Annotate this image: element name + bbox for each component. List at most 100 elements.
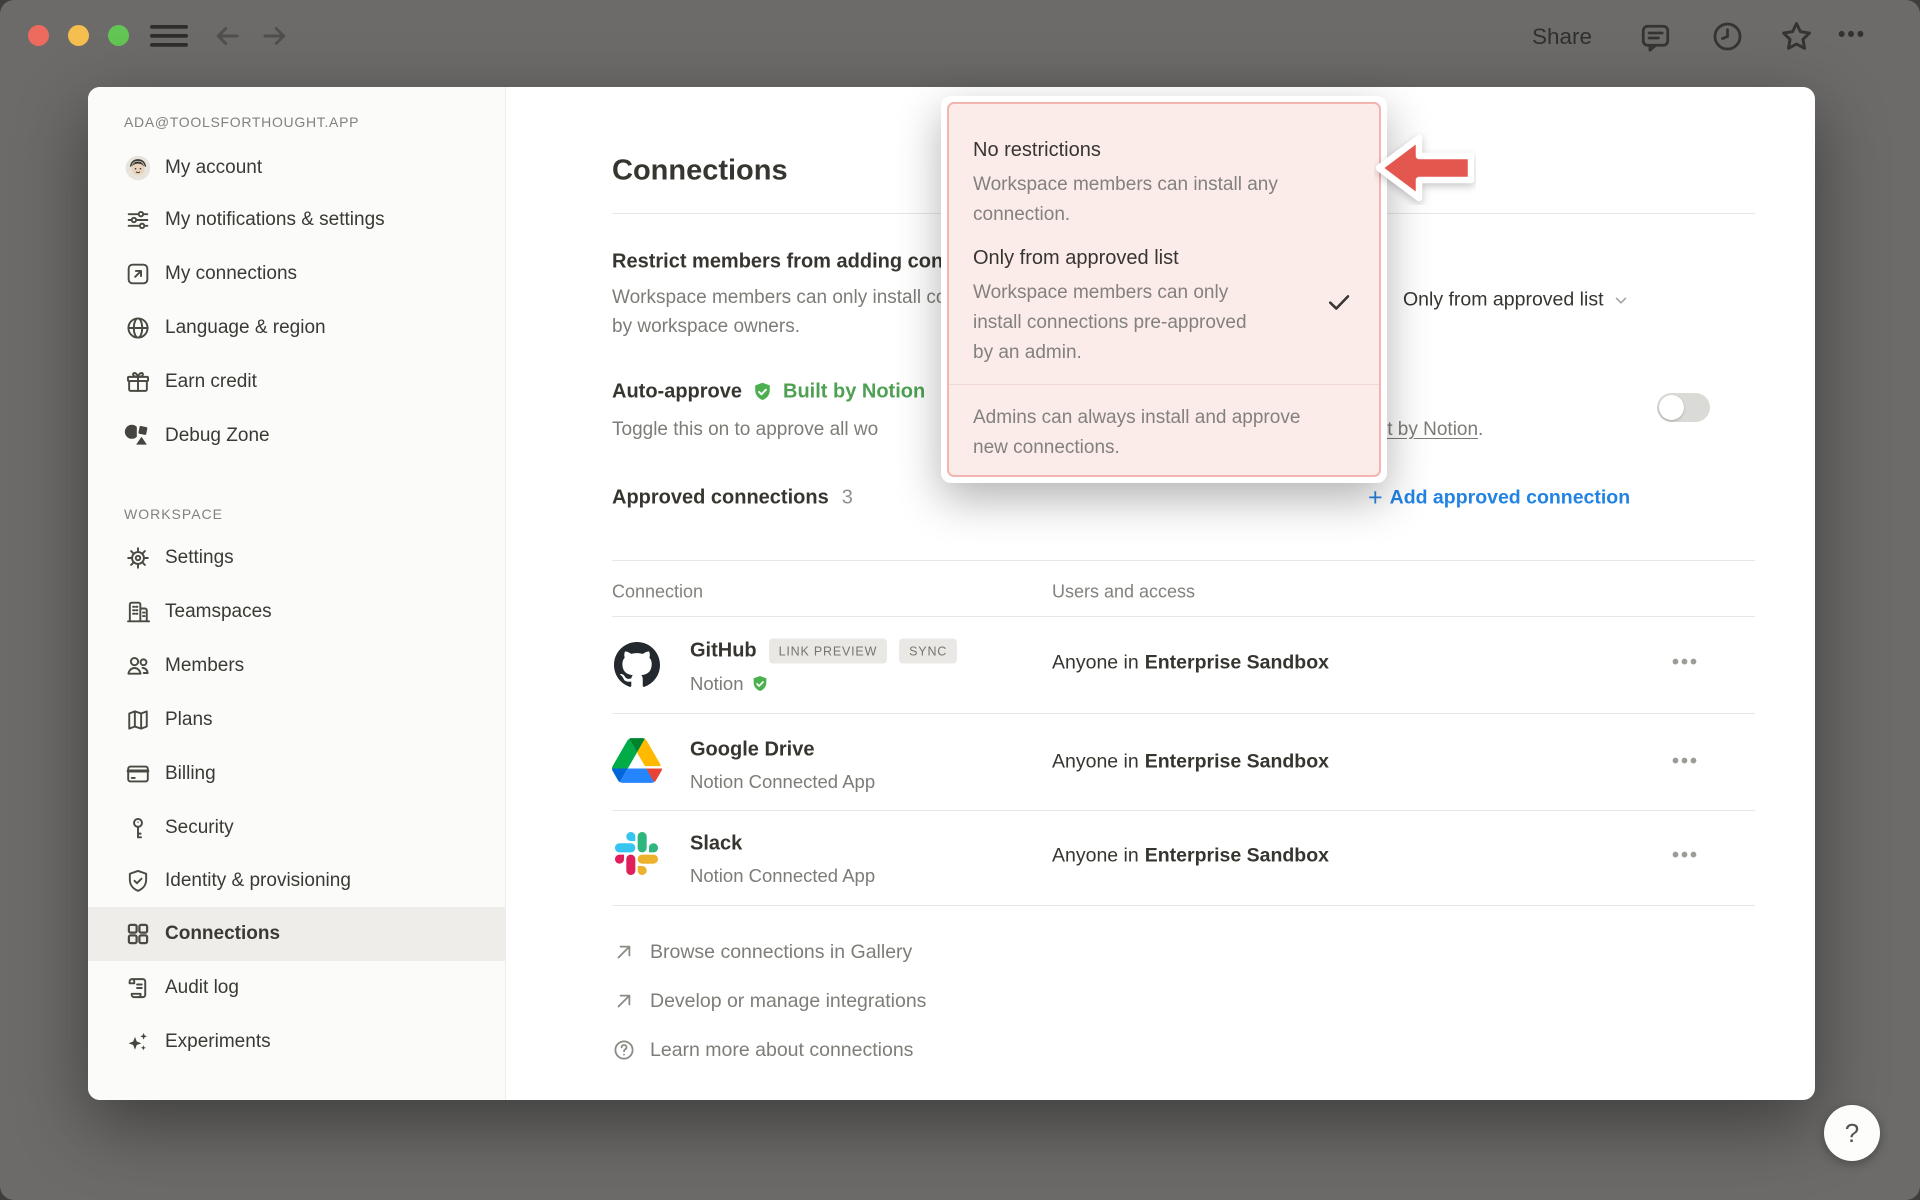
hamburger-menu-icon[interactable] (150, 25, 188, 47)
menu-option-no-restrictions[interactable]: No restrictions Workspace members can in… (973, 136, 1355, 230)
traffic-light-minimize[interactable] (68, 25, 89, 46)
arrow-up-right-square-icon (124, 260, 152, 288)
link-browse-gallery[interactable]: Browse connections in Gallery (612, 940, 912, 964)
comments-icon[interactable] (1638, 19, 1673, 54)
row-menu-button[interactable]: ••• (1672, 652, 1699, 675)
column-header-users-access: Users and access (1052, 582, 1195, 603)
ellipsis-icon: ••• (1838, 23, 1866, 47)
table-row-slack-access: Anyone inEnterprise Sandbox (1052, 845, 1329, 868)
grid-icon (124, 920, 152, 948)
building-icon (124, 598, 152, 626)
table-row-slack-name: Slack (690, 833, 742, 856)
favorite-star-icon[interactable] (1778, 18, 1815, 55)
column-header-connection: Connection (612, 582, 703, 603)
auto-approve-heading-row: Auto-approve Built by Notion (612, 381, 925, 404)
approved-connections-count: 3 (842, 487, 853, 510)
forward-arrow-icon[interactable] (260, 21, 290, 51)
avatar (124, 154, 152, 182)
sidebar-item-audit-log[interactable]: Audit log (88, 961, 506, 1015)
page-title: Connections (612, 155, 788, 188)
table-row-github-name: GitHub LINK PREVIEW SYNC (690, 639, 957, 664)
traffic-light-zoom[interactable] (108, 25, 129, 46)
option-title: No restrictions (973, 136, 1355, 164)
auto-approve-desc-left: Toggle this on to approve all wo (612, 419, 878, 441)
divider (612, 560, 1755, 561)
row-menu-button[interactable]: ••• (1672, 751, 1699, 774)
option-description: Workspace members can only install conne… (973, 278, 1355, 368)
add-approved-connection-button[interactable]: + Add approved connection (1368, 486, 1630, 511)
option-description: Workspace members can install any connec… (973, 170, 1355, 230)
restriction-dropdown[interactable]: Only from approved list (1403, 289, 1629, 312)
badge-link-preview: LINK PREVIEW (769, 639, 888, 664)
share-button[interactable]: Share (1532, 24, 1592, 50)
row-menu-button[interactable]: ••• (1672, 845, 1699, 868)
plus-icon: + (1368, 486, 1383, 511)
connection-name: Google Drive (690, 739, 814, 762)
menu-option-only-approved-list[interactable]: Only from approved list Workspace member… (973, 244, 1355, 368)
menu-inner: No restrictions Workspace members can in… (947, 102, 1381, 477)
ellipsis-icon: ••• (1672, 845, 1699, 868)
annotation-arrow-icon (1374, 131, 1476, 205)
sidebar-item-connections[interactable]: Connections (88, 907, 506, 961)
connection-name: Slack (690, 833, 742, 856)
approved-connections-row: Approved connections 3 (612, 487, 853, 510)
sidebar-item-billing[interactable]: Billing (88, 747, 506, 801)
traffic-light-close[interactable] (28, 25, 49, 46)
restrict-section-desc-line2: by workspace owners. (612, 316, 800, 338)
table-row-gdrive-subtitle: Notion Connected App (690, 771, 875, 793)
back-arrow-icon[interactable] (212, 21, 242, 51)
people-icon (124, 652, 152, 680)
restriction-dropdown-menu: No restrictions Workspace members can in… (941, 96, 1387, 483)
sidebar-item-debug-zone[interactable]: Debug Zone (88, 409, 506, 463)
divider (612, 713, 1755, 714)
sidebar-item-settings[interactable]: Settings (88, 531, 506, 585)
shield-check-icon (124, 867, 152, 895)
table-row-gdrive-name: Google Drive (690, 739, 814, 762)
sidebar-item-teamspaces[interactable]: Teamspaces (88, 585, 506, 639)
divider (612, 905, 1755, 906)
sidebar-item-language-region[interactable]: Language & region (88, 301, 506, 355)
badge-sync: SYNC (899, 639, 957, 664)
verified-shield-icon (751, 381, 774, 404)
gift-icon (124, 368, 152, 396)
divider (612, 810, 1755, 811)
built-by-notion-link[interactable]: lt by Notion (1383, 419, 1478, 441)
sidebar-item-identity-provisioning[interactable]: Identity & provisioning (88, 854, 506, 908)
divider (612, 616, 1755, 617)
sidebar-item-plans[interactable]: Plans (88, 693, 506, 747)
credit-card-icon (124, 760, 152, 788)
link-develop-integrations[interactable]: Develop or manage integrations (612, 989, 926, 1013)
sidebar-item-security[interactable]: Security (88, 801, 506, 855)
auto-approve-toggle[interactable] (1657, 393, 1710, 422)
table-row-slack-subtitle: Notion Connected App (690, 865, 875, 887)
more-options-button[interactable]: ••• (1838, 23, 1866, 47)
auto-approve-desc-right: lt by Notion. (1383, 419, 1483, 441)
sidebar-item-members[interactable]: Members (88, 639, 506, 693)
sidebar-item-my-connections[interactable]: My connections (88, 247, 506, 301)
sidebar-item-earn-credit[interactable]: Earn credit (88, 355, 506, 409)
approved-connections-heading: Approved connections (612, 487, 829, 510)
github-logo-icon (614, 642, 660, 688)
ellipsis-icon: ••• (1672, 751, 1699, 774)
history-clock-icon[interactable] (1710, 19, 1745, 54)
sidebar-item-experiments[interactable]: Experiments (88, 1015, 506, 1069)
table-row-github-access: Anyone inEnterprise Sandbox (1052, 652, 1329, 675)
account-email-heading: ADA@TOOLSFORTHOUGHT.APP (124, 114, 359, 130)
table-row-gdrive-access: Anyone inEnterprise Sandbox (1052, 751, 1329, 774)
link-learn-more-connections[interactable]: Learn more about connections (612, 1038, 913, 1062)
question-circle-icon (612, 1038, 636, 1062)
arrow-up-right-icon (612, 940, 636, 964)
google-drive-logo-icon (612, 738, 662, 783)
sidebar-item-notifications-settings[interactable]: My notifications & settings (88, 193, 506, 247)
globe-icon (124, 314, 152, 342)
scroll-icon (124, 974, 152, 1002)
sparkles-icon (124, 1028, 152, 1056)
notion-settings-window: Share ••• ADA@TOOLSFORTHOUGHT.APP My acc… (0, 0, 1920, 1200)
help-button[interactable]: ? (1824, 1105, 1880, 1161)
option-title: Only from approved list (973, 244, 1355, 272)
menu-footer-note: Admins can always install and approve ne… (973, 385, 1355, 463)
arrow-up-right-icon (612, 989, 636, 1013)
slack-logo-icon (615, 832, 658, 875)
workspace-heading: WORKSPACE (124, 506, 223, 522)
sidebar-item-my-account[interactable]: My account (88, 141, 506, 195)
